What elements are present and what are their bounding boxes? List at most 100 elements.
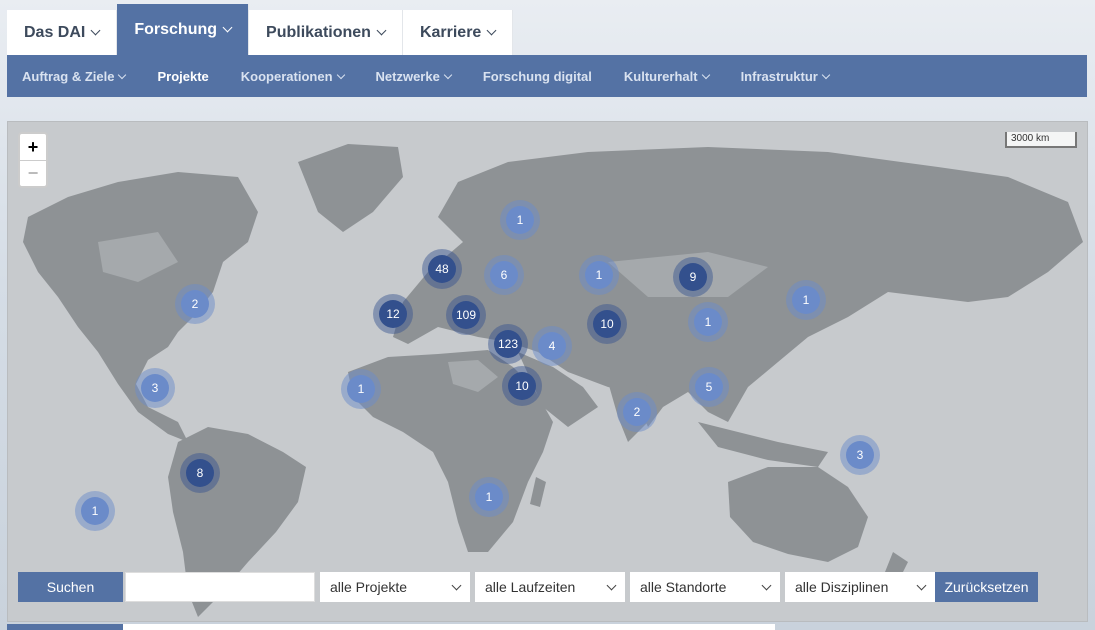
subnav-label: Kooperationen: [240, 68, 333, 84]
project-cluster-marker[interactable]: 3: [840, 435, 880, 475]
cluster-count: 1: [347, 375, 375, 403]
projects-select-value: alle Projekte: [330, 579, 408, 595]
disciplines-select[interactable]: alle Disziplinen: [785, 572, 935, 602]
sub-nav: Auftrag & Ziele Projekte Kooperationen N…: [7, 55, 1087, 97]
project-cluster-marker[interactable]: 123: [488, 324, 528, 364]
cluster-count: 4: [538, 332, 566, 360]
subnav-item-forschung-digital[interactable]: Forschung digital: [467, 69, 608, 84]
subnav-item-kooperationen[interactable]: Kooperationen: [225, 69, 360, 84]
cluster-count: 1: [81, 497, 109, 525]
locations-select[interactable]: alle Standorte: [630, 572, 780, 602]
chevron-down-icon: [701, 70, 710, 79]
nav-item-karriere[interactable]: Karriere: [402, 10, 514, 55]
main-nav: Das DAI Forschung Publikationen Karriere: [7, 4, 514, 55]
cluster-count: 10: [508, 372, 536, 400]
cluster-count: 8: [186, 459, 214, 487]
search-button[interactable]: Suchen: [18, 572, 123, 602]
bottom-tab-edge: [7, 624, 123, 630]
project-cluster-marker[interactable]: 109: [446, 295, 486, 335]
chevron-down-icon: [90, 25, 101, 36]
subnav-label: Forschung digital: [482, 68, 592, 84]
subnav-item-netzwerke[interactable]: Netzwerke: [360, 69, 467, 84]
chevron-down-icon: [821, 70, 831, 79]
chevron-down-icon: [486, 25, 497, 36]
chevron-down-icon: [443, 70, 453, 79]
chevron-down-icon: [222, 22, 233, 33]
nav-item-label: Publikationen: [266, 23, 371, 41]
durations-select-value: alle Laufzeiten: [485, 579, 576, 595]
cluster-count: 2: [623, 398, 651, 426]
project-map[interactable]: + − 3000 km 1 48 6 1 9 2 12 109 1 123 4 10 1 3 1 10 5 2 3 8…: [7, 121, 1088, 622]
cluster-count: 9: [679, 263, 707, 291]
filter-bar: Suchen alle Projekte alle Laufzeiten all…: [18, 572, 1038, 602]
subnav-label: Infrastruktur: [740, 68, 818, 84]
cluster-count: 5: [695, 373, 723, 401]
project-cluster-marker[interactable]: 12: [373, 294, 413, 334]
subnav-item-kulturerhalt[interactable]: Kulturerhalt: [608, 69, 725, 84]
nav-item-label: Karriere: [419, 23, 482, 41]
cluster-count: 12: [379, 300, 407, 328]
project-cluster-marker[interactable]: 1: [500, 200, 540, 240]
bottom-panel-edge: [123, 624, 775, 630]
project-cluster-marker[interactable]: 10: [587, 304, 627, 344]
project-cluster-marker[interactable]: 9: [673, 257, 713, 297]
subnav-item-auftrag-ziele[interactable]: Auftrag & Ziele: [7, 69, 141, 84]
project-cluster-marker[interactable]: 4: [532, 326, 572, 366]
cluster-count: 3: [846, 441, 874, 469]
project-cluster-marker[interactable]: 1: [341, 369, 381, 409]
chevron-down-icon: [606, 580, 617, 590]
scale-bar: 3000 km: [1005, 132, 1077, 148]
nav-item-label: Forschung: [134, 20, 218, 38]
nav-item-publikationen[interactable]: Publikationen: [249, 10, 403, 55]
project-cluster-marker[interactable]: 1: [75, 491, 115, 531]
zoom-out-button[interactable]: −: [20, 160, 46, 186]
zoom-in-button[interactable]: +: [20, 134, 46, 160]
chevron-down-icon: [761, 580, 772, 590]
cluster-count: 2: [181, 290, 209, 318]
project-cluster-marker[interactable]: 1: [786, 280, 826, 320]
cluster-count: 1: [694, 308, 722, 336]
project-cluster-marker[interactable]: 10: [502, 366, 542, 406]
chevron-down-icon: [376, 25, 387, 36]
cluster-count: 48: [428, 255, 456, 283]
durations-select[interactable]: alle Laufzeiten: [475, 572, 625, 602]
chevron-down-icon: [118, 70, 127, 79]
project-cluster-marker[interactable]: 6: [484, 255, 524, 295]
nav-item-das-dai[interactable]: Das DAI: [7, 10, 118, 55]
project-cluster-marker[interactable]: 3: [135, 368, 175, 408]
nav-item-forschung[interactable]: Forschung: [117, 4, 250, 55]
cluster-count: 1: [506, 206, 534, 234]
cluster-count: 1: [585, 261, 613, 289]
project-cluster-marker[interactable]: 8: [180, 453, 220, 493]
chevron-down-icon: [451, 580, 462, 590]
project-cluster-marker[interactable]: 1: [579, 255, 619, 295]
cluster-count: 1: [792, 286, 820, 314]
world-map-background: [23, 144, 1083, 617]
cluster-count: 6: [490, 261, 518, 289]
chevron-down-icon: [336, 70, 345, 79]
reset-button[interactable]: Zurücksetzen: [935, 572, 1038, 602]
project-cluster-marker[interactable]: 1: [688, 302, 728, 342]
search-input[interactable]: [125, 572, 315, 602]
project-cluster-marker[interactable]: 5: [689, 367, 729, 407]
project-cluster-marker[interactable]: 48: [422, 249, 462, 289]
chevron-down-icon: [916, 580, 927, 590]
subnav-label: Auftrag & Ziele: [22, 68, 115, 84]
subnav-item-infrastruktur[interactable]: Infrastruktur: [725, 69, 845, 84]
project-cluster-marker[interactable]: 1: [469, 477, 509, 517]
subnav-item-projekte[interactable]: Projekte: [141, 69, 224, 84]
cluster-count: 3: [141, 374, 169, 402]
project-cluster-marker[interactable]: 2: [617, 392, 657, 432]
cluster-count: 109: [452, 301, 480, 329]
projects-select[interactable]: alle Projekte: [320, 572, 470, 602]
subnav-label: Kulturerhalt: [623, 68, 698, 84]
cluster-count: 123: [494, 330, 522, 358]
nav-item-label: Das DAI: [24, 23, 86, 41]
zoom-control: + −: [18, 132, 48, 188]
cluster-count: 1: [475, 483, 503, 511]
disciplines-select-value: alle Disziplinen: [795, 579, 889, 595]
subnav-label: Netzwerke: [375, 68, 440, 84]
locations-select-value: alle Standorte: [640, 579, 727, 595]
subnav-label: Projekte: [157, 68, 209, 84]
project-cluster-marker[interactable]: 2: [175, 284, 215, 324]
